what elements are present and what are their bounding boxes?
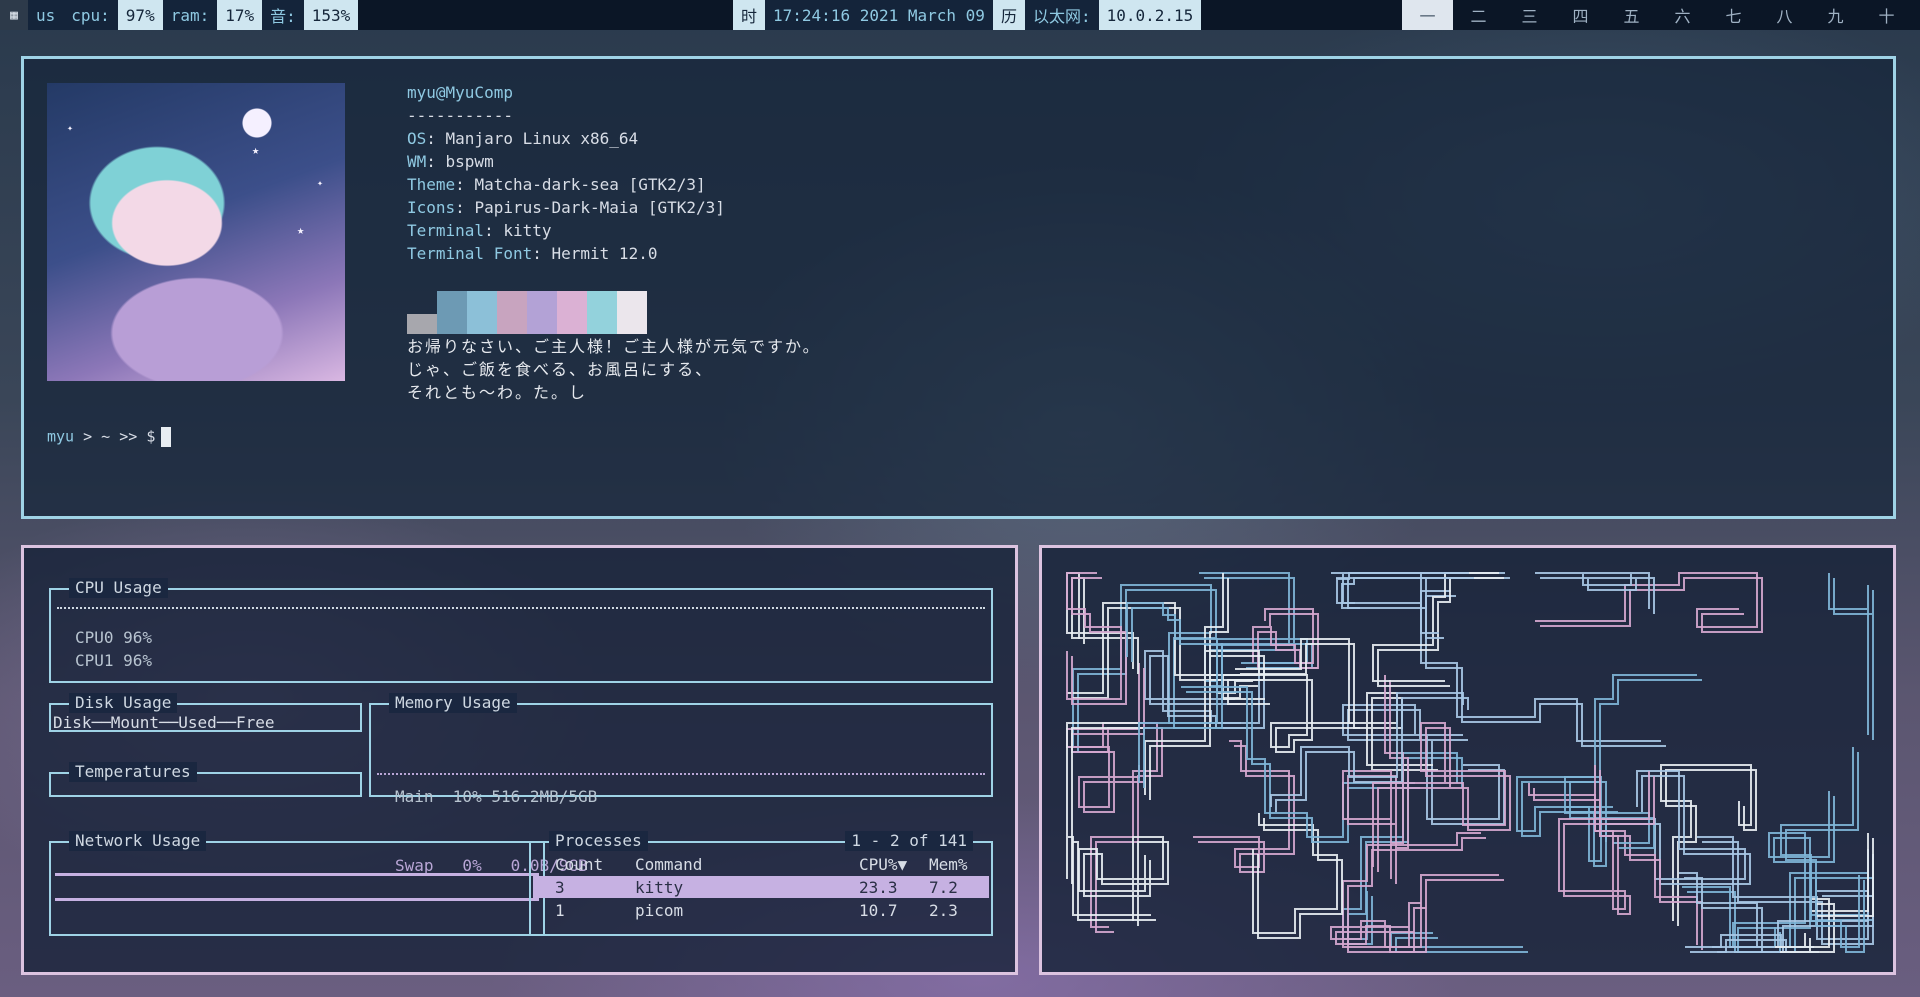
cpu-usage-panel: CPU Usage CPU0 96% CPU1 96% — [49, 578, 993, 683]
col-command[interactable]: Command — [635, 855, 702, 874]
pipe-segment — [1377, 577, 1504, 687]
color-swatch — [527, 291, 557, 334]
pipe-segment — [1336, 577, 1474, 639]
shell-prompt[interactable]: myu > ~ >> $ — [47, 427, 172, 447]
workspace-8[interactable]: 八 — [1759, 0, 1810, 30]
temperatures-title: Temperatures — [69, 762, 197, 782]
ip-address: 10.0.2.15 — [1098, 0, 1202, 30]
info-separator: ----------- — [407, 106, 513, 125]
color-swatch — [587, 291, 617, 334]
color-swatch — [467, 291, 497, 334]
info-row-os: OS: Manjaro Linux x86_64 — [407, 129, 639, 148]
color-palette — [407, 291, 647, 334]
workspace-1[interactable]: 一 — [1402, 0, 1453, 30]
network-usage-panel: Network Usage — [49, 831, 545, 936]
pipe-segment — [1732, 791, 1830, 948]
workspace-6[interactable]: 六 — [1657, 0, 1708, 30]
pipe-segment — [1372, 572, 1499, 682]
swap-graph-line — [377, 773, 985, 775]
disk-usage-title: Disk Usage — [69, 693, 178, 713]
pipe-segment — [1198, 745, 1295, 873]
pipe-segment — [1072, 727, 1163, 933]
cpu-usage-title: CPU Usage — [69, 578, 168, 598]
text-cursor — [161, 427, 172, 447]
pipe-segment — [1540, 577, 1655, 614]
pipe-segment — [1540, 577, 1763, 633]
cpu-legend: CPU0 96% CPU1 96% — [75, 628, 153, 670]
info-row-theme: Theme: Matcha-dark-sea [GTK2/3] — [407, 175, 706, 194]
info-row-terminal: Terminal: kitty — [407, 221, 552, 240]
volume-value[interactable]: 153% — [303, 0, 359, 30]
pipe-segment — [1347, 837, 1486, 953]
workspace-5[interactable]: 五 — [1606, 0, 1657, 30]
ram-value: 17% — [217, 0, 263, 30]
processes-panel: Processes 1 - 2 of 141 Count Command CPU… — [529, 831, 993, 936]
workspace-3[interactable]: 三 — [1504, 0, 1555, 30]
info-row-terminal-font: Terminal Font: Hermit 12.0 — [407, 244, 658, 263]
pipe-segment — [1390, 932, 1523, 948]
info-row-wm: WM: bspwm — [407, 152, 494, 171]
network-usage-title: Network Usage — [69, 831, 207, 851]
temperatures-panel: Temperatures — [49, 762, 362, 797]
col-cpu[interactable]: CPU%▼ — [859, 855, 907, 874]
color-swatch — [617, 291, 647, 334]
user-host: myu@MyuComp — [407, 83, 513, 102]
workspace-7[interactable]: 七 — [1708, 0, 1759, 30]
workspace-10[interactable]: 十 — [1861, 0, 1912, 30]
network-label: 以太网: — [1024, 0, 1099, 30]
color-swatch — [437, 291, 467, 334]
anime-avatar-image: ★ ★ ✦ ✦ — [47, 83, 345, 381]
info-row-icons: Icons: Papirus-Dark-Maia [GTK2/3] — [407, 198, 725, 217]
pipe-segment — [1252, 608, 1314, 664]
terminal-window-neofetch[interactable]: ★ ★ ✦ ✦ myu@MyuComp ----------- OS: Manj… — [21, 56, 1896, 519]
network-tx-line — [55, 898, 539, 901]
ram-label: ram: — [162, 0, 218, 30]
gotop-window[interactable]: CPU Usage CPU0 96% CPU1 96% Disk Usage D… — [21, 545, 1018, 975]
memory-usage-title: Memory Usage — [389, 693, 517, 713]
table-row[interactable]: 1 picom 10.7 2.3 — [533, 899, 989, 921]
pipe-segment — [1395, 937, 1528, 953]
pipe-segment — [1071, 577, 1127, 705]
pipe-segment — [1535, 572, 1758, 628]
color-swatch — [557, 291, 587, 334]
cpu-value: 97% — [117, 0, 163, 30]
pipe-segment — [1072, 607, 1258, 699]
datetime[interactable]: 17:24:16 2021 March 09 — [765, 0, 993, 30]
time-label: 时 — [733, 0, 766, 30]
process-table-header: Count Command CPU%▼ Mem% — [533, 853, 989, 875]
pipes-screensaver-window[interactable] — [1039, 545, 1896, 975]
col-mem[interactable]: Mem% — [929, 855, 968, 874]
prompt-user: myu — [47, 427, 75, 446]
cpu-label: cpu: — [63, 0, 118, 30]
col-count[interactable]: Count — [555, 855, 603, 874]
color-swatch — [497, 291, 527, 334]
pipe-segment — [1066, 572, 1134, 669]
color-swatch — [407, 314, 437, 334]
system-info: myu@MyuComp ----------- OS: Manjaro Linu… — [407, 81, 725, 265]
workspace-switcher: 一 二 三 四 五 六 七 八 九 十 — [1402, 0, 1912, 30]
prompt-path: > ~ >> $ — [74, 427, 156, 446]
calendar-label: 历 — [992, 0, 1025, 30]
processes-range: 1 - 2 of 141 — [845, 831, 973, 851]
menu-logo-icon[interactable]: ▦ — [0, 0, 28, 30]
keyboard-layout[interactable]: us — [28, 0, 64, 30]
pipes-animation — [1066, 572, 1874, 953]
table-row[interactable]: 3 kitty 23.3 7.2 — [533, 876, 989, 898]
disk-table-header: Disk──Mount──Used──Free — [53, 713, 275, 732]
cpu-graph-line — [57, 607, 985, 609]
processes-title: Processes — [549, 831, 648, 851]
disk-usage-panel: Disk Usage Disk──Mount──Used──Free — [49, 693, 362, 732]
workspace-2[interactable]: 二 — [1453, 0, 1504, 30]
volume-label: 音: — [262, 0, 304, 30]
workspace-4[interactable]: 四 — [1555, 0, 1606, 30]
workspace-9[interactable]: 九 — [1810, 0, 1861, 30]
greeting-message: お帰りなさい、ご主人様！ご主人様が元気ですか。 じゃ、ご飯を食べる、お風呂にする… — [407, 337, 821, 402]
network-rx-line — [55, 873, 539, 876]
memory-usage-panel: Memory Usage Main 10% 516.2MB/5GB Swap 0… — [369, 693, 993, 875]
pipe-segment — [1066, 572, 1122, 700]
pipe-segment — [1193, 740, 1290, 868]
top-bar: ▦ us cpu: 97% ram: 17% 音: 153% 时 17:24:1… — [0, 0, 1920, 30]
